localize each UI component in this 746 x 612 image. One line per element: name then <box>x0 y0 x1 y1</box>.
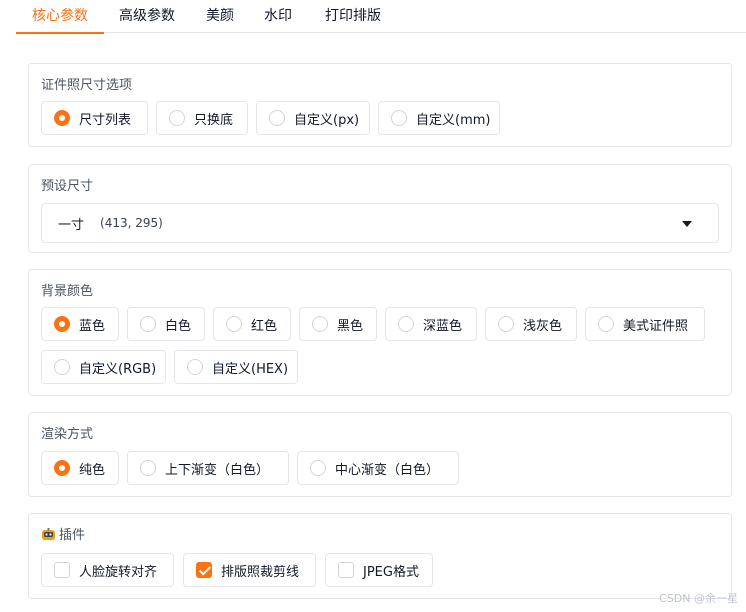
option-label: 自定义(HEX) <box>212 361 289 377</box>
option-label: 自定义(px) <box>294 112 360 128</box>
color-option-blue[interactable]: 蓝色 <box>41 307 119 341</box>
option-label: 美式证件照 <box>623 318 689 334</box>
render-mode-title: 渲染方式 <box>41 427 94 442</box>
option-label: 红色 <box>251 318 278 334</box>
radio-indicator <box>269 110 285 126</box>
plugins-panel: 插件 人脸旋转对齐 排版照裁剪线 JPEG格式 <box>28 513 732 599</box>
robot-icon <box>42 528 55 540</box>
radio-indicator <box>54 460 70 476</box>
option-label: 排版照裁剪线 <box>221 564 300 580</box>
size-option-list[interactable]: 尺寸列表 <box>41 101 148 135</box>
radio-indicator <box>140 316 156 332</box>
color-option-light-gray[interactable]: 浅灰色 <box>485 307 577 341</box>
radio-indicator <box>187 359 203 375</box>
option-label: 尺寸列表 <box>79 112 132 128</box>
watermark-text: CSDN @余一星 <box>659 592 738 605</box>
tab-core-params[interactable]: 核心参数 <box>16 0 104 34</box>
checkbox-indicator <box>196 562 212 578</box>
background-color-panel: 背景颜色 蓝色 白色 红色 黑色 深蓝色 浅灰色 美式证件照 自定义(RGB) … <box>28 269 732 396</box>
option-label: 深蓝色 <box>423 318 463 334</box>
plugin-crop-lines[interactable]: 排版照裁剪线 <box>183 553 316 587</box>
option-label: 蓝色 <box>79 318 106 334</box>
color-option-custom-rgb[interactable]: 自定义(RGB) <box>41 350 166 384</box>
render-option-solid[interactable]: 纯色 <box>41 451 119 485</box>
radio-indicator <box>498 316 514 332</box>
option-label: JPEG格式 <box>363 564 419 580</box>
render-option-center-gradient[interactable]: 中心渐变（白色） <box>297 451 459 485</box>
option-label: 人脸旋转对齐 <box>79 564 158 580</box>
tab-bar: 核心参数 高级参数 美颜 水印 打印排版 <box>16 0 746 34</box>
size-option-custom-mm[interactable]: 自定义(mm) <box>378 101 500 135</box>
tab-advanced-params[interactable]: 高级参数 <box>112 0 182 33</box>
id-photo-settings: 核心参数 高级参数 美颜 水印 打印排版 证件照尺寸选项 尺寸列表 只换底 自定… <box>0 0 746 612</box>
radio-indicator <box>598 316 614 332</box>
plugin-jpeg-format[interactable]: JPEG格式 <box>325 553 433 587</box>
option-label: 黑色 <box>337 318 364 334</box>
color-option-black[interactable]: 黑色 <box>299 307 377 341</box>
tab-print-layout[interactable]: 打印排版 <box>318 0 388 33</box>
option-label: 只换底 <box>194 112 234 128</box>
checkbox-indicator <box>54 562 70 578</box>
tab-beauty[interactable]: 美颜 <box>198 0 242 33</box>
option-label: 白色 <box>165 318 192 334</box>
radio-indicator <box>391 110 407 126</box>
option-label: 浅灰色 <box>523 318 563 334</box>
chevron-down-icon <box>682 221 692 227</box>
preset-size-title: 预设尺寸 <box>41 179 94 194</box>
radio-indicator <box>54 359 70 375</box>
radio-indicator <box>54 316 70 332</box>
radio-indicator <box>398 316 414 332</box>
option-label: 纯色 <box>79 462 106 478</box>
option-label: 上下渐变（白色） <box>165 462 270 478</box>
color-option-white[interactable]: 白色 <box>127 307 205 341</box>
radio-indicator <box>140 460 156 476</box>
background-color-title: 背景颜色 <box>41 284 94 299</box>
radio-indicator <box>312 316 328 332</box>
radio-indicator <box>310 460 326 476</box>
tab-watermark[interactable]: 水印 <box>256 0 300 33</box>
color-option-dark-blue[interactable]: 深蓝色 <box>385 307 477 341</box>
preset-size-value: 一寸 <box>58 217 85 233</box>
plugin-face-align[interactable]: 人脸旋转对齐 <box>41 553 174 587</box>
color-option-custom-hex[interactable]: 自定义(HEX) <box>174 350 298 384</box>
size-option-custom-px[interactable]: 自定义(px) <box>256 101 370 135</box>
radio-indicator <box>54 110 70 126</box>
radio-indicator <box>226 316 242 332</box>
plugins-title: 插件 <box>41 524 85 543</box>
color-option-red[interactable]: 红色 <box>213 307 291 341</box>
preset-size-dropdown[interactable]: 一寸 (413, 295) <box>41 203 719 243</box>
size-options-title: 证件照尺寸选项 <box>41 78 133 93</box>
size-option-background-only[interactable]: 只换底 <box>156 101 248 135</box>
preset-size-dimensions: (413, 295) <box>100 216 163 230</box>
option-label: 自定义(RGB) <box>79 361 157 377</box>
size-options-panel: 证件照尺寸选项 尺寸列表 只换底 自定义(px) 自定义(mm) <box>28 63 732 147</box>
color-option-us-id[interactable]: 美式证件照 <box>585 307 705 341</box>
render-option-vertical-gradient[interactable]: 上下渐变（白色） <box>127 451 289 485</box>
preset-size-panel: 预设尺寸 一寸 (413, 295) <box>28 164 732 253</box>
checkbox-indicator <box>338 562 354 578</box>
plugins-title-label: 插件 <box>59 528 86 543</box>
option-label: 自定义(mm) <box>416 112 491 128</box>
option-label: 中心渐变（白色） <box>335 462 440 478</box>
radio-indicator <box>169 110 185 126</box>
render-mode-panel: 渲染方式 纯色 上下渐变（白色） 中心渐变（白色） <box>28 412 732 497</box>
